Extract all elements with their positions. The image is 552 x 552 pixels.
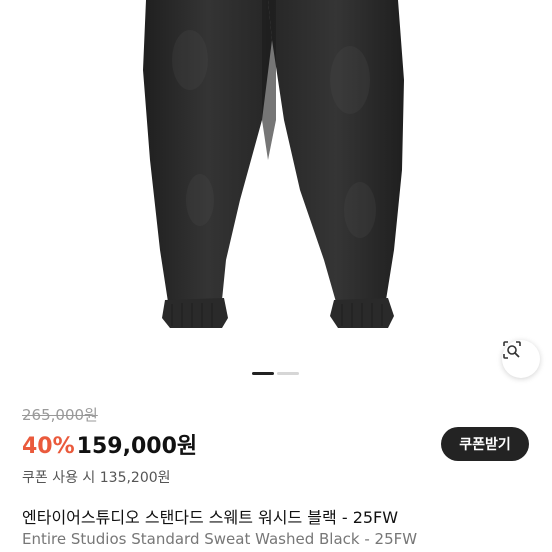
discount-rate: 40% [22, 434, 75, 459]
coupon-price: 쿠폰 사용 시 135,200원 [22, 470, 171, 486]
price-row: 40% 159,000원 [22, 428, 197, 460]
gallery-dot-active[interactable] [252, 372, 274, 375]
product-title-korean: 엔타이어스튜디오 스탠다드 스웨트 워시드 블랙 - 25FW [22, 508, 399, 527]
product-title-english: Entire Studios Standard Sweat Washed Bla… [22, 530, 418, 548]
sweatpants-image [143, 0, 404, 328]
gallery-dot[interactable] [277, 372, 299, 375]
original-price: 265,000원 [22, 406, 98, 424]
sale-price: 159,000원 [76, 434, 198, 459]
lens-search-icon [503, 341, 521, 359]
lens-search-button[interactable] [502, 340, 540, 378]
gallery-indicator [252, 372, 299, 376]
coupon-download-button[interactable]: 쿠폰받기 [441, 427, 529, 461]
product-image[interactable] [0, 0, 552, 392]
